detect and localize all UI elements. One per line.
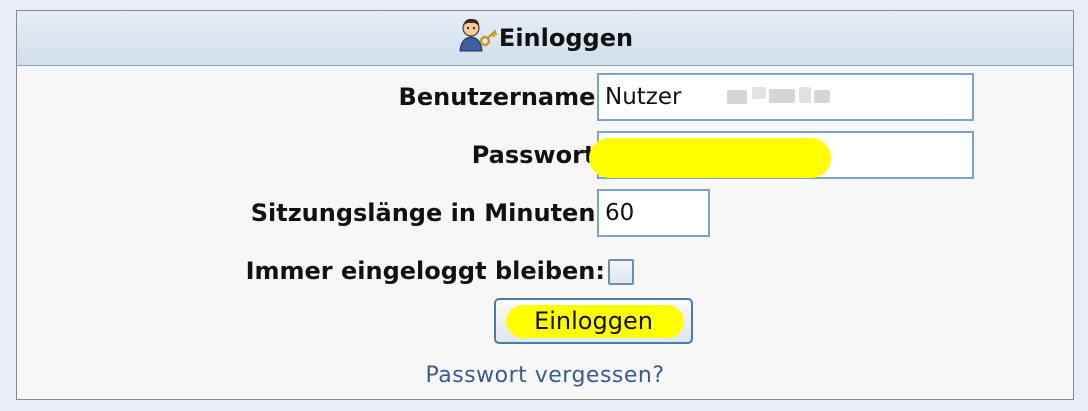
redacted-blur xyxy=(727,90,747,104)
login-panel: Einloggen Benutzername: Passwort: Sitzun… xyxy=(16,10,1074,400)
redacted-blur xyxy=(769,89,795,103)
username-row: Benutzername: xyxy=(17,73,1073,123)
session-length-input[interactable] xyxy=(597,189,710,237)
login-header: Einloggen xyxy=(17,11,1073,66)
password-highlight xyxy=(589,138,831,178)
login-title: Einloggen xyxy=(498,24,634,52)
session-row: Sitzungslänge in Minuten: xyxy=(17,189,1073,239)
user-key-icon xyxy=(457,17,498,53)
password-label: Passwort: xyxy=(471,141,605,169)
remember-row: Immer eingeloggt bleiben: xyxy=(17,247,1073,297)
username-label: Benutzername: xyxy=(398,83,605,111)
password-row: Passwort: xyxy=(17,131,1073,181)
login-button[interactable]: Einloggen xyxy=(494,298,693,344)
forgot-password-link[interactable]: Passwort vergessen? xyxy=(17,363,1073,388)
session-label: Sitzungslänge in Minuten: xyxy=(250,199,605,227)
redacted-blur xyxy=(814,90,830,103)
redacted-blur xyxy=(752,87,766,99)
remember-checkbox[interactable] xyxy=(608,259,634,285)
login-button-label: Einloggen xyxy=(534,307,653,335)
remember-label: Immer eingeloggt bleiben: xyxy=(245,257,605,285)
redacted-blur xyxy=(799,87,811,103)
